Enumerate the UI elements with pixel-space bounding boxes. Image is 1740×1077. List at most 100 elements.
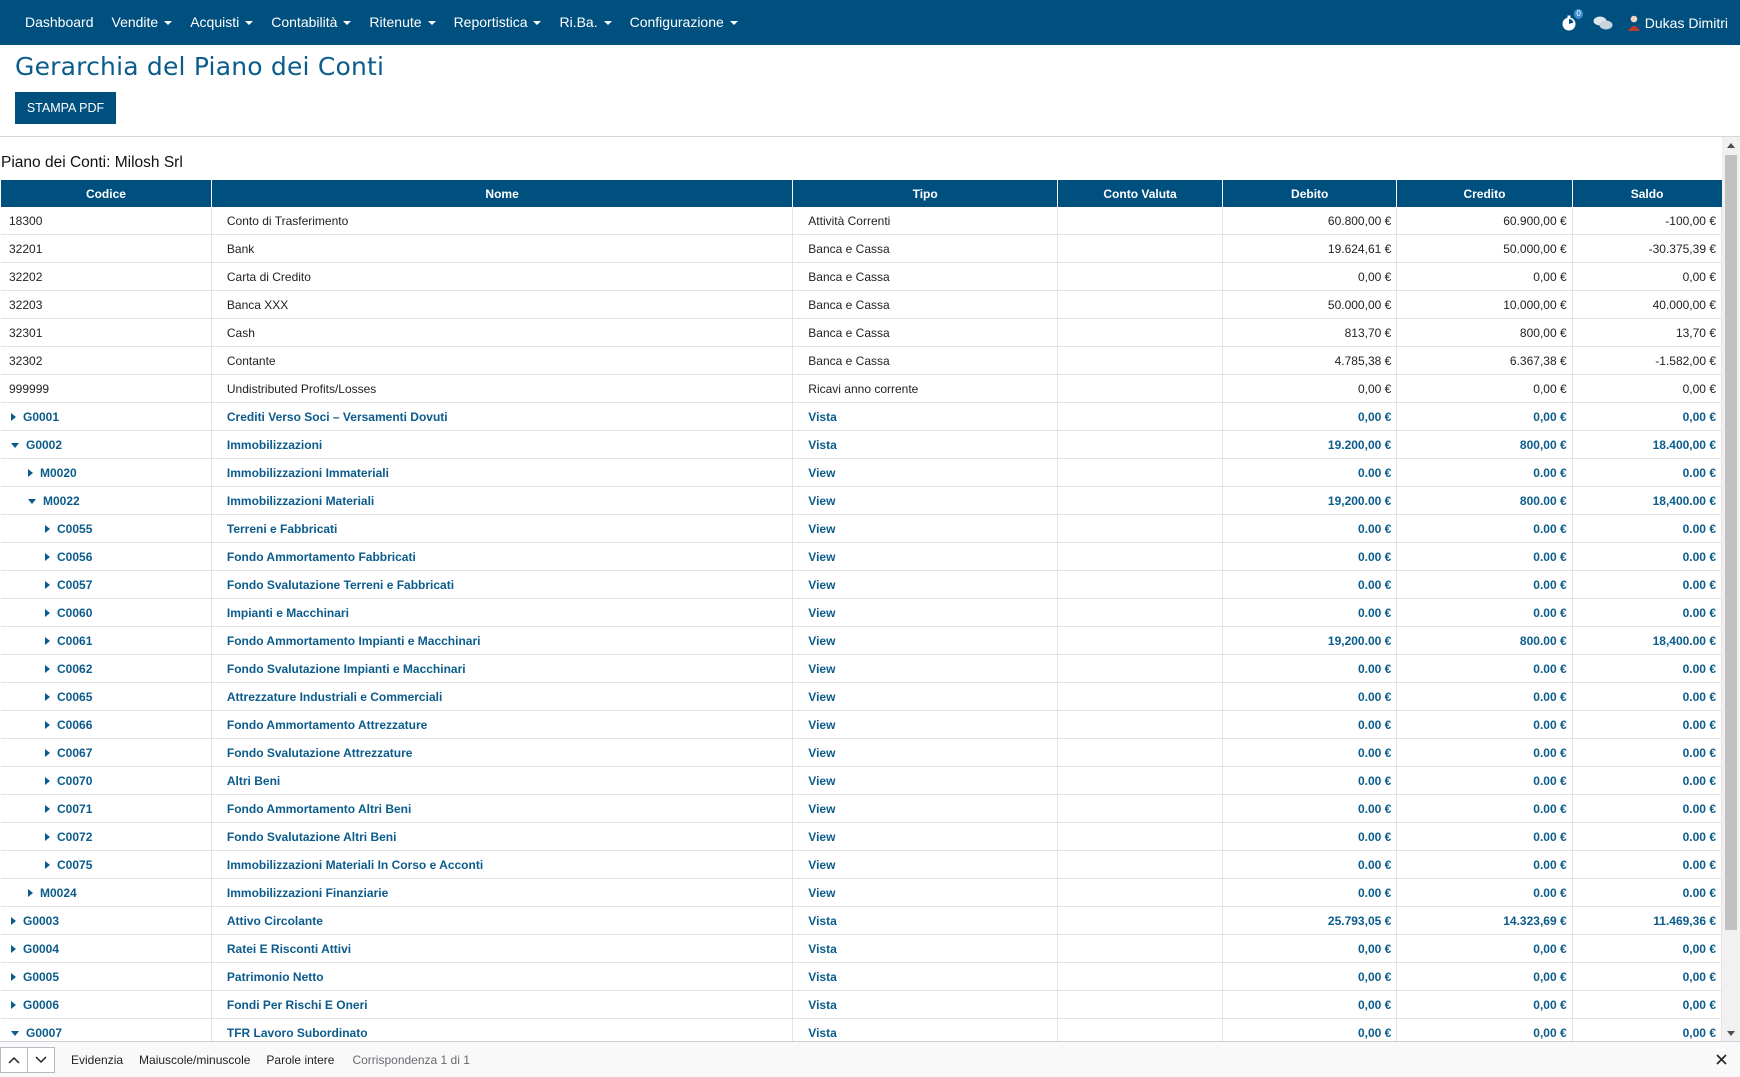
account-code[interactable]: M0020 <box>40 466 77 480</box>
cell-name[interactable]: Immobilizzazioni Materiali In Corso e Ac… <box>211 850 794 879</box>
cell-type[interactable]: View <box>792 710 1058 739</box>
cell-type[interactable]: View <box>792 794 1058 823</box>
cell-name[interactable]: Fondo Svalutazione Terreni e Fabbricati <box>211 570 794 599</box>
col-header-name[interactable]: Nome <box>211 180 794 207</box>
col-header-code[interactable]: Codice <box>1 180 212 207</box>
table-row[interactable]: C0061 Fondo Ammortamento Impianti e Macch… <box>1 626 1722 655</box>
scroll-up-arrow-icon[interactable] <box>1722 137 1740 153</box>
col-header-type[interactable]: Tipo <box>792 180 1058 207</box>
cell-name[interactable]: Altri Beni <box>211 766 794 795</box>
cell-type[interactable]: View <box>792 570 1058 599</box>
account-code[interactable]: M0024 <box>40 886 77 900</box>
cell-type[interactable]: View <box>792 598 1058 627</box>
col-header-balance[interactable]: Saldo <box>1572 180 1722 207</box>
table-row[interactable]: M0022 Immobilizzazioni Materiali View 19,20… <box>1 486 1722 515</box>
account-code[interactable]: C0065 <box>57 690 92 704</box>
close-find-bar-icon[interactable] <box>1712 1050 1730 1068</box>
table-row[interactable]: C0070 Altri Beni View 0.00 €0.00 €0.00 € <box>1 766 1722 795</box>
caret-right-icon[interactable] <box>45 805 50 814</box>
caret-down-icon[interactable] <box>28 498 36 504</box>
cell-code[interactable]: C0075 <box>1 850 212 879</box>
account-code[interactable]: G0007 <box>26 1026 62 1040</box>
caret-right-icon[interactable] <box>45 721 50 730</box>
cell-code[interactable]: C0056 <box>1 542 212 571</box>
cell-type[interactable]: Vista <box>792 402 1058 431</box>
cell-type[interactable]: View <box>792 486 1058 515</box>
account-code[interactable]: M0022 <box>43 494 80 508</box>
table-row[interactable]: G0003 Attivo Circolante Vista 25.793,05 €14… <box>1 906 1722 935</box>
caret-right-icon[interactable] <box>11 1001 16 1010</box>
cell-name[interactable]: Fondo Ammortamento Impianti e Macchinari <box>211 626 794 655</box>
caret-down-icon[interactable] <box>11 1030 19 1036</box>
caret-right-icon[interactable] <box>45 833 50 842</box>
cell-name[interactable]: Fondo Ammortamento Fabbricati <box>211 542 794 571</box>
cell-code[interactable]: G0007 <box>1 1018 212 1041</box>
account-code[interactable]: G0005 <box>23 970 59 984</box>
table-row[interactable]: G0004 Ratei E Risconti Attivi Vista 0,00 €0… <box>1 934 1722 963</box>
nav-item-dashboard[interactable]: Dashboard <box>16 0 103 45</box>
cell-type[interactable]: View <box>792 542 1058 571</box>
find-previous-button[interactable] <box>0 1046 28 1073</box>
nav-item-ritenute[interactable]: Ritenute <box>360 0 444 45</box>
cell-name[interactable]: Fondo Svalutazione Altri Beni <box>211 822 794 851</box>
timer-icon[interactable]: 0 <box>1561 8 1583 32</box>
table-row[interactable]: C0062 Fondo Svalutazione Impianti e Macch… <box>1 654 1722 683</box>
whole-words-option[interactable]: Parole intere <box>266 1053 334 1067</box>
cell-code[interactable]: G0002 <box>1 430 212 459</box>
cell-name[interactable]: Fondi Per Rischi E Oneri <box>211 990 794 1019</box>
col-header-debit[interactable]: Debito <box>1222 180 1398 207</box>
account-code[interactable]: G0001 <box>23 410 59 424</box>
table-row[interactable]: G0007 TFR Lavoro Subordinato Vista 0,00 €0,… <box>1 1018 1722 1041</box>
cell-name[interactable]: Immobilizzazioni Immateriali <box>211 458 794 487</box>
cell-code[interactable]: C0066 <box>1 710 212 739</box>
caret-down-icon[interactable] <box>11 442 19 448</box>
caret-right-icon[interactable] <box>28 469 33 478</box>
print-pdf-button[interactable]: STAMPA PDF <box>15 92 116 124</box>
col-header-credit[interactable]: Credito <box>1396 180 1573 207</box>
cell-name[interactable]: Fondo Svalutazione Attrezzature <box>211 738 794 767</box>
highlight-all-option[interactable]: Evidenzia <box>71 1053 123 1067</box>
cell-type[interactable]: View <box>792 850 1058 879</box>
cell-type[interactable]: View <box>792 878 1058 907</box>
cell-code[interactable]: M0022 <box>1 486 212 515</box>
cell-name[interactable]: Immobilizzazioni Materiali <box>211 486 794 515</box>
caret-right-icon[interactable] <box>28 889 33 898</box>
caret-right-icon[interactable] <box>45 637 50 646</box>
cell-code[interactable]: G0003 <box>1 906 212 935</box>
cell-code[interactable]: G0005 <box>1 962 212 991</box>
account-code[interactable]: C0072 <box>57 830 92 844</box>
account-code[interactable]: C0060 <box>57 606 92 620</box>
cell-type[interactable]: Vista <box>792 906 1058 935</box>
table-row[interactable]: M0024 Immobilizzazioni Finanziarie View 0.0… <box>1 878 1722 907</box>
table-row[interactable]: C0072 Fondo Svalutazione Altri Beni View 0.… <box>1 822 1722 851</box>
cell-name[interactable]: Impianti e Macchinari <box>211 598 794 627</box>
account-code[interactable]: G0004 <box>23 942 59 956</box>
cell-type[interactable]: Vista <box>792 962 1058 991</box>
account-code[interactable]: C0056 <box>57 550 92 564</box>
scroll-down-arrow-icon[interactable] <box>1722 1025 1740 1041</box>
caret-right-icon[interactable] <box>11 917 16 926</box>
chat-icon[interactable] <box>1593 15 1613 31</box>
nav-item-configurazione[interactable]: Configurazione <box>621 0 747 45</box>
cell-name[interactable]: Crediti Verso Soci – Versamenti Dovuti <box>211 402 794 431</box>
table-row[interactable]: C0067 Fondo Svalutazione Attrezzature View… <box>1 738 1722 767</box>
caret-right-icon[interactable] <box>45 749 50 758</box>
cell-name[interactable]: Attivo Circolante <box>211 906 794 935</box>
caret-right-icon[interactable] <box>11 973 16 982</box>
caret-right-icon[interactable] <box>45 609 50 618</box>
nav-item-reportistica[interactable]: Reportistica <box>445 0 551 45</box>
cell-code[interactable]: M0024 <box>1 878 212 907</box>
cell-type[interactable]: View <box>792 738 1058 767</box>
account-code[interactable]: C0075 <box>57 858 92 872</box>
table-row[interactable]: C0075 Immobilizzazioni Materiali In Corso… <box>1 850 1722 879</box>
col-header-currency[interactable]: Conto Valuta <box>1057 180 1224 207</box>
scrollbar-thumb[interactable] <box>1725 155 1737 930</box>
account-code[interactable]: C0071 <box>57 802 92 816</box>
nav-item-contabilit[interactable]: Contabilità <box>262 0 360 45</box>
nav-item-ri-ba[interactable]: Ri.Ba. <box>550 0 620 45</box>
account-code[interactable]: C0062 <box>57 662 92 676</box>
cell-name[interactable]: Fondo Svalutazione Impianti e Macchinari <box>211 654 794 683</box>
account-code[interactable]: G0002 <box>26 438 62 452</box>
cell-type[interactable]: Vista <box>792 430 1058 459</box>
table-row[interactable]: G0002 Immobilizzazioni Vista 19.200,00 €800… <box>1 430 1722 459</box>
